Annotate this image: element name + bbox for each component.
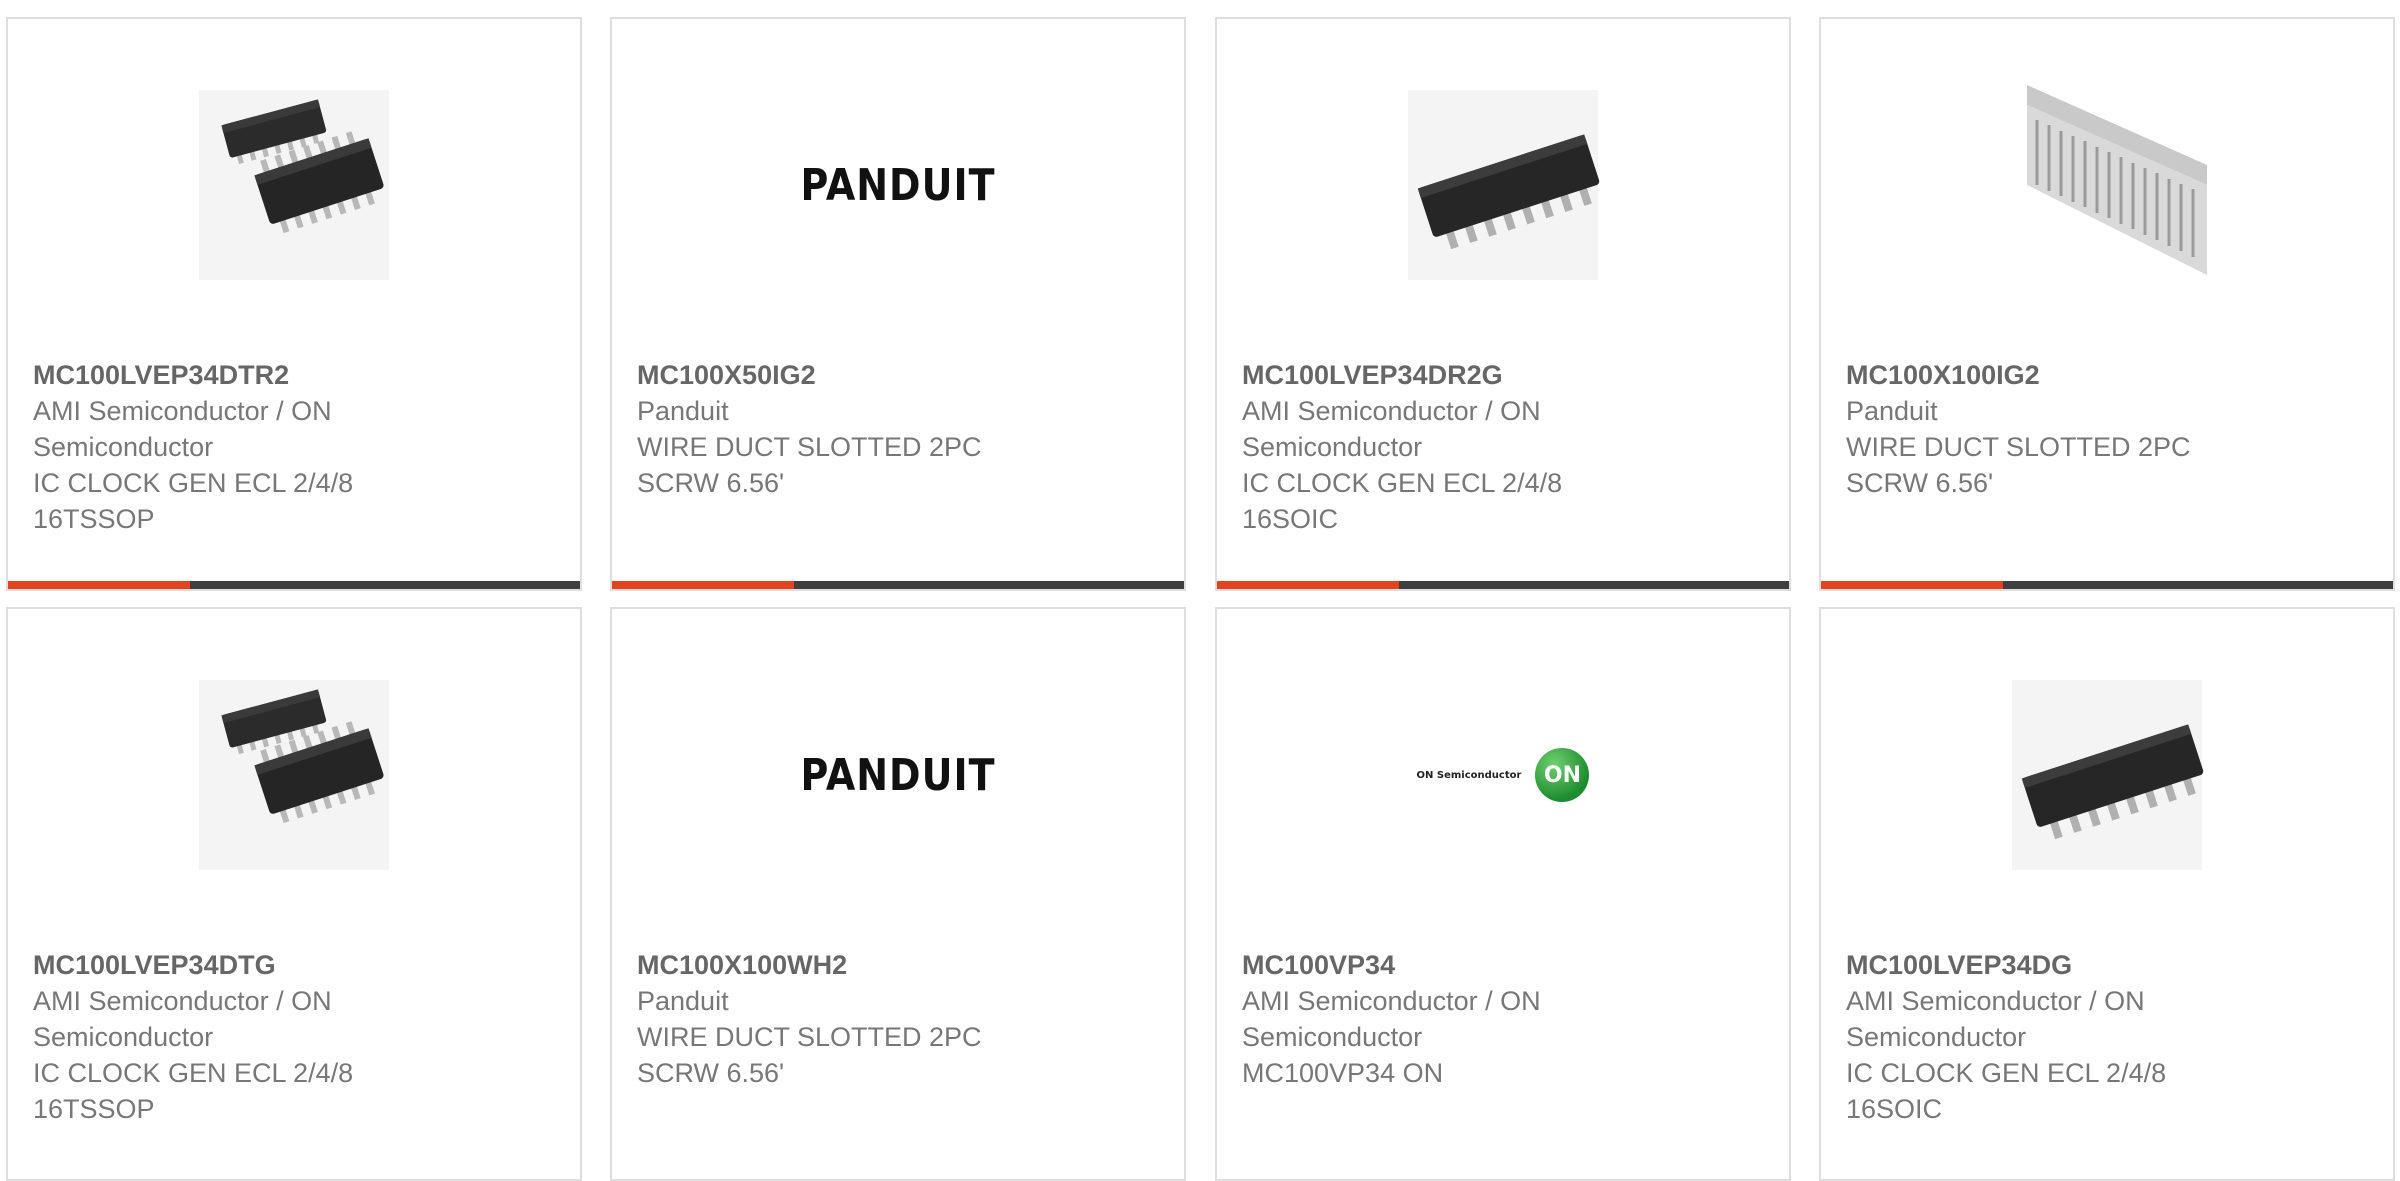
soic-chip-image [1821,665,2393,885]
tssop-chip-image [8,75,580,295]
manufacturer: Panduit [637,396,729,426]
on-semiconductor-logo: ON Semiconductor ON [1217,665,1789,885]
product-card[interactable]: PANDUIT MC100X50IG2 Panduit WIRE DUCT SL… [610,17,1186,591]
manufacturer: AMI Semiconductor / ON Semiconductor [1242,986,1541,1052]
product-card[interactable]: MC100LVEP34DTR2 AMI Semiconductor / ON S… [6,17,582,591]
product-card[interactable]: MC100LVEP34DR2G AMI Semiconductor / ON S… [1215,17,1791,591]
panduit-logo-text: PANDUIT [800,749,996,801]
tssop-chip-image [8,665,580,885]
part-number[interactable]: MC100X100IG2 [1846,357,2246,393]
manufacturer: AMI Semiconductor / ON Semiconductor [1242,396,1541,462]
wire-duct-image [1821,75,2393,295]
product-card[interactable]: PANDUIT MC100X100WH2 Panduit WIRE DUCT S… [610,607,1186,1181]
manufacturer: AMI Semiconductor / ON Semiconductor [1846,986,2145,1052]
part-number[interactable]: MC100X50IG2 [637,357,1037,393]
card-bar [612,581,1184,589]
description: IC CLOCK GEN ECL 2/4/8 16TSSOP [33,468,354,534]
description: WIRE DUCT SLOTTED 2PC SCRW 6.56' [1846,432,2191,498]
product-card[interactable]: MC100LVEP34DG AMI Semiconductor / ON Sem… [1819,607,2395,1181]
part-number[interactable]: MC100VP34 [1242,947,1642,983]
panduit-logo: PANDUIT [612,75,1184,295]
product-card[interactable]: ON Semiconductor ON MC100VP34 AMI Semico… [1215,607,1791,1181]
soic-chip-image [1217,75,1789,295]
card-bar [1821,581,2393,589]
description: IC CLOCK GEN ECL 2/4/8 16TSSOP [33,1058,354,1124]
product-card[interactable]: MC100X100IG2 Panduit WIRE DUCT SLOTTED 2… [1819,17,2395,591]
card-bar [1217,581,1789,589]
manufacturer: Panduit [637,986,729,1016]
description: WIRE DUCT SLOTTED 2PC SCRW 6.56' [637,432,982,498]
description: WIRE DUCT SLOTTED 2PC SCRW 6.56' [637,1022,982,1088]
card-bar [8,581,580,589]
on-logo-icon: ON [1535,748,1590,802]
on-semiconductor-logo-text: ON Semiconductor [1416,769,1522,781]
part-number[interactable]: MC100LVEP34DTR2 [33,357,433,393]
part-number[interactable]: MC100X100WH2 [637,947,1037,983]
description: IC CLOCK GEN ECL 2/4/8 16SOIC [1846,1058,2167,1124]
panduit-logo-text: PANDUIT [800,159,996,211]
part-number[interactable]: MC100LVEP34DTG [33,947,433,983]
panduit-logo: PANDUIT [612,665,1184,885]
manufacturer: AMI Semiconductor / ON Semiconductor [33,986,332,1052]
part-number[interactable]: MC100LVEP34DR2G [1242,357,1642,393]
manufacturer: Panduit [1846,396,1938,426]
product-card[interactable]: MC100LVEP34DTG AMI Semiconductor / ON Se… [6,607,582,1181]
description: IC CLOCK GEN ECL 2/4/8 16SOIC [1242,468,1563,534]
description: MC100VP34 ON [1242,1058,1444,1088]
manufacturer: AMI Semiconductor / ON Semiconductor [33,396,332,462]
part-number[interactable]: MC100LVEP34DG [1846,947,2246,983]
